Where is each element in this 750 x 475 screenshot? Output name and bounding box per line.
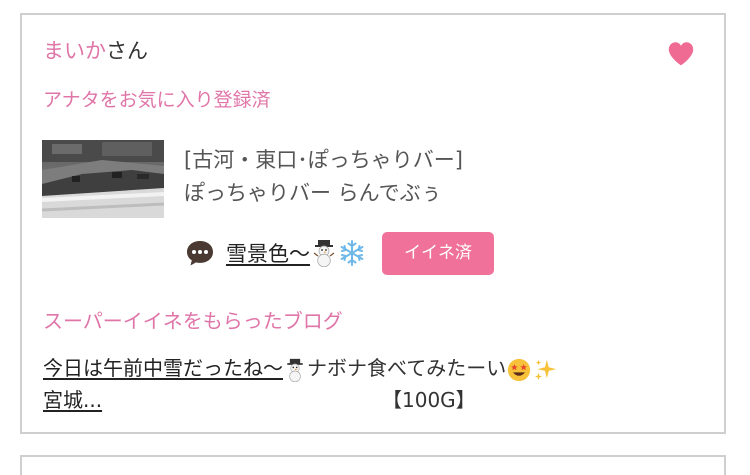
blog-title-part3[interactable]: 宮城...: [43, 388, 102, 412]
next-card-edge: [20, 455, 726, 475]
super-like-heading: スーパーイイネをもらったブログ: [43, 309, 343, 333]
blog-title-continued[interactable]: 宮城...: [43, 385, 102, 415]
speech-bubble-icon: [187, 241, 213, 266]
snowy-street-image: [42, 140, 164, 218]
shop-info[interactable]: [古河・東口･ぽっちゃりバー] ぽっちゃりバー らんでぶぅ: [184, 144, 463, 210]
super-like-blog-line: 今日は午前中雪だったね〜 ナボナ食べてみたーい: [43, 353, 683, 383]
shop-area: [古河・東口･ぽっちゃりバー]: [184, 148, 463, 172]
post-row: 雪景色〜 イイネ済: [184, 231, 494, 275]
shop-name: ぽっちゃりバー らんでぶぅ: [184, 181, 442, 205]
favorite-status-text: アナタをお気に入り登録済: [43, 89, 271, 111]
like-status-badge: イイネ済: [382, 231, 494, 275]
user-name-line[interactable]: まいかさん: [43, 37, 148, 65]
snowman-icon: [313, 240, 335, 267]
snowflake-icon: [340, 240, 364, 266]
favorite-user-card: まいかさん アナタをお気に入り登録済 [古河・東口･ぽっちゃりバー] ぽっちゃり…: [20, 13, 726, 434]
blog-title-part1: 今日は午前中雪だったね〜: [43, 356, 283, 380]
user-name[interactable]: まいか: [43, 39, 106, 63]
super-like-blog-link[interactable]: 今日は午前中雪だったね〜: [43, 356, 307, 382]
snowman-icon: [287, 358, 303, 382]
post-title-text: 雪景色〜: [226, 242, 310, 266]
post-title-link[interactable]: 雪景色〜: [226, 238, 366, 268]
user-honorific: さん: [106, 39, 148, 63]
heart-icon[interactable]: [666, 39, 696, 69]
shop-thumbnail[interactable]: [42, 140, 164, 218]
star-struck-icon: [508, 358, 531, 381]
super-like-points: 【100G】: [382, 388, 476, 412]
sparkles-icon: [534, 359, 557, 380]
blog-title-part2: ナボナ食べてみたーい: [307, 356, 507, 380]
